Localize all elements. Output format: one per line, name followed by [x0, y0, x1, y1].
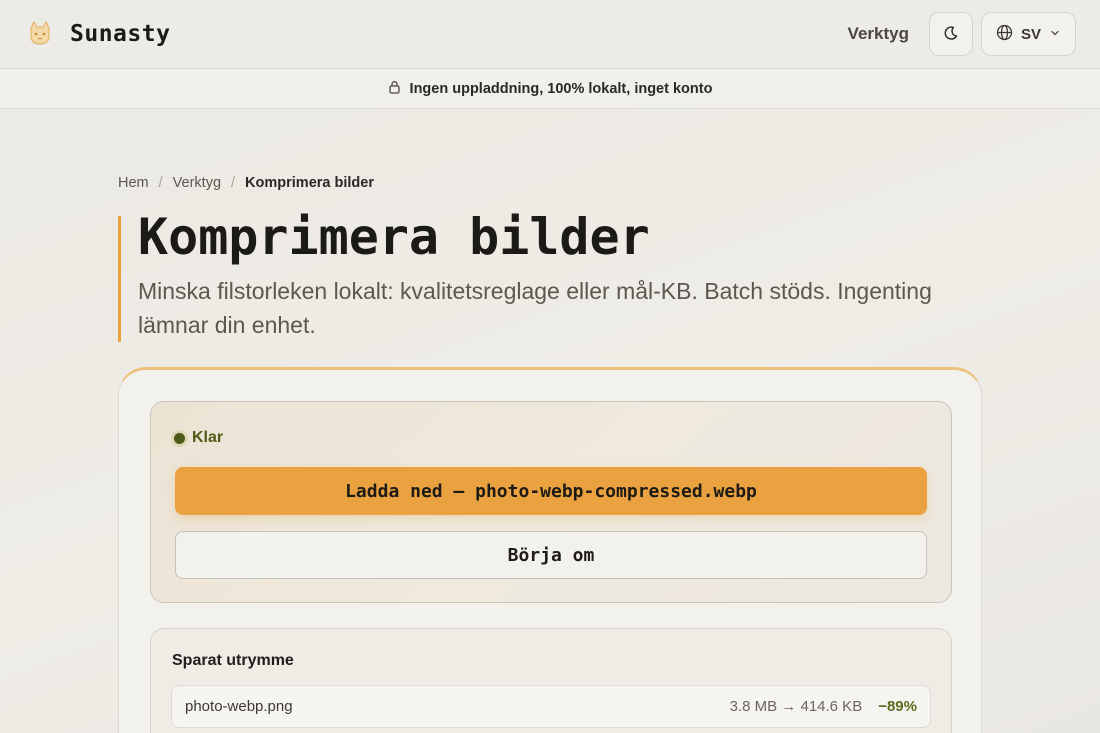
- brand[interactable]: Sunasty: [24, 18, 170, 50]
- page-subtitle: Minska filstorleken lokalt: kvalitetsreg…: [138, 278, 932, 338]
- status-label: Klar: [192, 429, 224, 446]
- download-button[interactable]: Ladda ned — photo-webp-compressed.webp: [175, 467, 927, 515]
- breadcrumb-separator: /: [158, 175, 163, 191]
- theme-toggle-button[interactable]: [928, 12, 973, 56]
- globe-icon: [996, 24, 1013, 45]
- brand-name: Sunasty: [70, 21, 171, 47]
- savings-panel: Sparat utrymme photo-webp.png 3.8 MB → 4…: [150, 628, 952, 733]
- privacy-text: Ingen uppladdning, 100% lokalt, inget ko…: [409, 80, 713, 97]
- chevron-down-icon: [1049, 26, 1061, 43]
- breadcrumb-tools[interactable]: Verktyg: [173, 175, 221, 191]
- page-heading: Komprimera bilder Minska filstorleken lo…: [118, 212, 938, 342]
- file-row: photo-webp.png 3.8 MB → 414.6 KB −89%: [171, 685, 931, 728]
- language-selector[interactable]: SV: [980, 12, 1076, 56]
- privacy-banner: Ingen uppladdning, 100% lokalt, inget ko…: [0, 68, 1100, 109]
- breadcrumb-current: Komprimera bilder: [245, 175, 374, 191]
- nav-link-tools[interactable]: Verktyg: [848, 24, 909, 44]
- header-actions: Verktyg SV: [848, 12, 1076, 56]
- restart-button[interactable]: Börja om: [175, 531, 927, 579]
- moon-icon: [943, 25, 959, 44]
- status-indicator: Klar: [174, 429, 223, 447]
- file-sizes: 3.8 MB → 414.6 KB: [729, 698, 863, 715]
- lock-icon: [388, 80, 401, 98]
- breadcrumb-home[interactable]: Hem: [118, 175, 149, 191]
- page-title: Komprimera bilder: [138, 208, 650, 266]
- file-name: photo-webp.png: [185, 698, 293, 715]
- breadcrumb-separator: /: [231, 175, 236, 191]
- result-panel: Klar Ladda ned — photo-webp-compressed.w…: [150, 401, 952, 603]
- cat-logo-icon: [24, 18, 56, 50]
- top-header: Sunasty Verktyg SV: [0, 0, 1100, 68]
- status-dot-icon: [174, 432, 185, 444]
- language-label: SV: [1020, 25, 1041, 43]
- savings-title: Sparat utrymme: [172, 652, 294, 669]
- tool-card: Klar Ladda ned — photo-webp-compressed.w…: [118, 367, 982, 733]
- file-reduction-percent: −89%: [878, 698, 917, 715]
- breadcrumb: Hem / Verktyg / Komprimera bilder: [118, 175, 374, 191]
